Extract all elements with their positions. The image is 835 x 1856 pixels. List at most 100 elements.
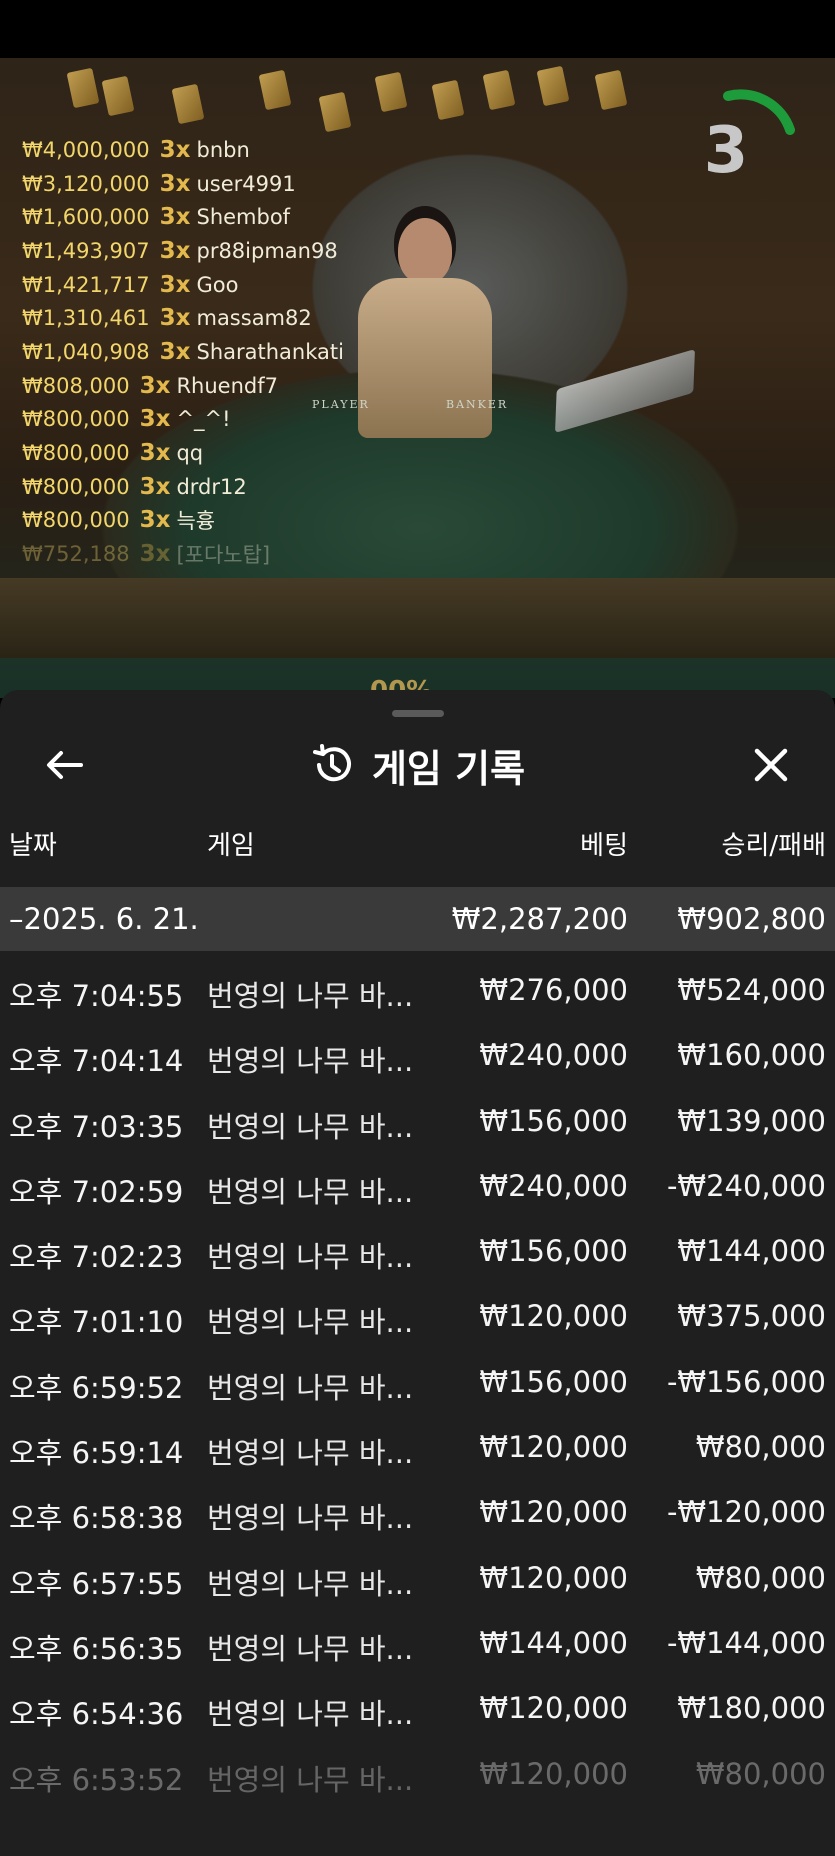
row-bet: ₩276,000 xyxy=(479,973,628,1007)
bet-multiplier: 3x xyxy=(159,237,191,264)
table-row[interactable]: 오후 7:04:14 번영의 나무 바... ₩240,000 ₩160,000 xyxy=(0,1022,835,1087)
gold-leaf-decoration xyxy=(594,69,628,111)
bet-player-name: ^_^! xyxy=(176,407,231,432)
row-time: 오후 6:58:38 xyxy=(9,1501,184,1536)
bet-amount: ₩3,120,000 xyxy=(22,171,150,196)
row-bet: ₩156,000 xyxy=(479,1234,628,1269)
row-game: 번영의 나무 바... xyxy=(207,1370,414,1405)
drag-handle[interactable] xyxy=(392,710,444,717)
header-winloss: 승리/패배 xyxy=(721,830,826,861)
bet-multiplier: 3x xyxy=(139,372,171,399)
row-bet: ₩120,000 xyxy=(479,1756,628,1791)
summary-winloss: ₩902,800 xyxy=(677,902,826,936)
row-time: 오후 7:04:55 xyxy=(9,979,184,1013)
bet-player-name: Shembof xyxy=(196,205,291,230)
bet-player-name: pr88ipman98 xyxy=(196,238,338,263)
table-row[interactable]: 오후 6:59:52 번영의 나무 바... ₩156,000 -₩156,000 xyxy=(0,1349,835,1414)
bet-entry: ₩1,493,907 3x pr88ipman98 xyxy=(22,234,344,268)
bet-entry: ₩1,600,000 3x Shembof xyxy=(22,200,344,234)
bet-multiplier: 3x xyxy=(139,473,171,500)
bet-entry: ₩1,310,461 3x massam82 xyxy=(22,301,344,335)
table-row[interactable]: 오후 6:58:38 번영의 나무 바... ₩120,000 -₩120,000 xyxy=(0,1479,835,1544)
row-bet: ₩156,000 xyxy=(479,1103,628,1138)
bet-entry: ₩808,000 3x Rhuendf7 xyxy=(22,369,344,403)
table-row[interactable]: 오후 6:54:36 번영의 나무 바... ₩120,000 ₩180,000 xyxy=(0,1675,835,1740)
row-winloss: ₩80,000 xyxy=(695,1756,826,1791)
table-header: 날짜 게임 베팅 승리/패배 xyxy=(0,808,835,878)
bet-entry: ₩800,000 3x 늑흉 xyxy=(22,504,344,538)
bet-multiplier: 3x xyxy=(139,507,171,534)
bet-entry: ₩4,000,000 3x bnbn xyxy=(22,133,344,167)
gold-leaf-decoration xyxy=(482,69,516,111)
table-row[interactable]: 오후 6:57:55 번영의 나무 바... ₩120,000 ₩80,000 xyxy=(0,1545,835,1610)
countdown-number: 3 xyxy=(703,114,749,188)
row-bet: ₩240,000 xyxy=(479,1168,628,1203)
bet-player-name: bnbn xyxy=(196,137,250,162)
row-winloss: -₩144,000 xyxy=(666,1625,826,1660)
bet-entry: ₩3,120,000 3x user4991 xyxy=(22,167,344,201)
table-row[interactable]: 오후 6:59:14 번영의 나무 바... ₩120,000 ₩80,000 xyxy=(0,1414,835,1479)
dealer-torso xyxy=(358,278,492,438)
row-winloss: ₩375,000 xyxy=(677,1299,826,1334)
row-bet: ₩120,000 xyxy=(479,1495,628,1530)
bet-player-name: [포다노탑] xyxy=(176,543,271,568)
bet-amount: ₩1,310,461 xyxy=(22,306,150,331)
row-bet: ₩120,000 xyxy=(479,1299,628,1334)
bet-multiplier: 3x xyxy=(159,305,191,332)
table-row[interactable]: 오후 6:53:52 번영의 나무 바... ₩120,000 ₩80,000 xyxy=(0,1741,835,1806)
row-time: 오후 6:53:52 xyxy=(9,1762,184,1797)
bet-entry: ₩800,000 3x drdr12 xyxy=(22,470,344,504)
close-button[interactable] xyxy=(746,740,796,790)
row-bet: ₩240,000 xyxy=(479,1038,628,1073)
bet-entry: ₩800,000 3x ^_^! xyxy=(22,403,344,437)
row-winloss: ₩180,000 xyxy=(677,1691,826,1726)
row-time: 오후 6:59:14 xyxy=(9,1436,184,1471)
row-time: 오후 7:02:23 xyxy=(9,1240,184,1275)
row-game: 번영의 나무 바... xyxy=(207,1174,414,1209)
row-bet: ₩120,000 xyxy=(479,1691,628,1726)
bet-amount: ₩1,421,717 xyxy=(22,272,150,297)
gold-leaf-decoration xyxy=(66,67,100,109)
table-row[interactable]: 오후 6:56:35 번영의 나무 바... ₩144,000 -₩144,000 xyxy=(0,1610,835,1675)
bet-player-name: 늑흉 xyxy=(176,509,216,534)
row-winloss: -₩120,000 xyxy=(666,1495,826,1530)
table-row[interactable]: 오후 7:01:10 번영의 나무 바... ₩120,000 ₩375,000 xyxy=(0,1283,835,1348)
row-time: 오후 6:57:55 xyxy=(9,1566,184,1601)
table-row[interactable]: 오후 7:04:55 번영의 나무 바... ₩276,000 ₩524,000 xyxy=(0,957,835,1022)
row-time: 오후 7:03:35 xyxy=(9,1109,184,1144)
table-row[interactable]: 오후 7:03:35 번영의 나무 바... ₩156,000 ₩139,000 xyxy=(0,1088,835,1153)
row-bet: ₩156,000 xyxy=(479,1364,628,1399)
date-summary-row[interactable]: –2025. 6. 21. ₩2,287,200 ₩902,800 xyxy=(0,887,835,951)
row-time: 오후 7:02:59 xyxy=(9,1174,184,1209)
bet-player-name: user4991 xyxy=(196,171,296,196)
bet-player-name: qq xyxy=(176,441,204,466)
history-icon xyxy=(312,744,351,782)
row-time: 오후 6:59:52 xyxy=(9,1370,184,1405)
header-date: 날짜 xyxy=(9,830,57,861)
row-bet: ₩120,000 xyxy=(479,1430,628,1465)
row-game: 번영의 나무 바... xyxy=(207,1305,414,1340)
gold-leaf-decoration xyxy=(318,91,352,133)
header-bet: 베팅 xyxy=(580,830,628,861)
bet-entry: ₩1,421,717 3x Goo xyxy=(22,268,344,302)
bet-player-name: Goo xyxy=(196,272,239,297)
bet-player-name: massam82 xyxy=(196,306,312,331)
bet-multiplier: 3x xyxy=(139,440,171,467)
bet-entry: ₩1,040,908 3x Sharathankati xyxy=(22,335,344,369)
bet-amount: ₩800,000 xyxy=(22,407,130,432)
bet-entry: ₩752,188 3x [포다노탑] xyxy=(22,537,344,571)
bet-amount: ₩1,493,907 xyxy=(22,238,150,263)
row-game: 번영의 나무 바... xyxy=(207,1044,414,1079)
bet-amount: ₩1,600,000 xyxy=(22,205,150,230)
gold-leaf-decoration xyxy=(258,69,292,111)
row-time: 오후 6:56:35 xyxy=(9,1631,184,1666)
bet-multiplier: 3x xyxy=(159,271,191,298)
history-rows: 오후 7:04:55 번영의 나무 바... ₩276,000 ₩524,000 오후 … xyxy=(0,957,835,1806)
bet-multiplier: 3x xyxy=(139,406,171,433)
table-row[interactable]: 오후 7:02:59 번영의 나무 바... ₩240,000 -₩240,000 xyxy=(0,1153,835,1218)
row-game: 번영의 나무 바... xyxy=(207,1631,414,1666)
table-row[interactable]: 오후 7:02:23 번영의 나무 바... ₩156,000 ₩144,000 xyxy=(0,1218,835,1283)
bet-multiplier: 3x xyxy=(159,136,191,163)
bet-amount: ₩800,000 xyxy=(22,508,130,533)
gold-leaf-decoration xyxy=(374,71,408,113)
